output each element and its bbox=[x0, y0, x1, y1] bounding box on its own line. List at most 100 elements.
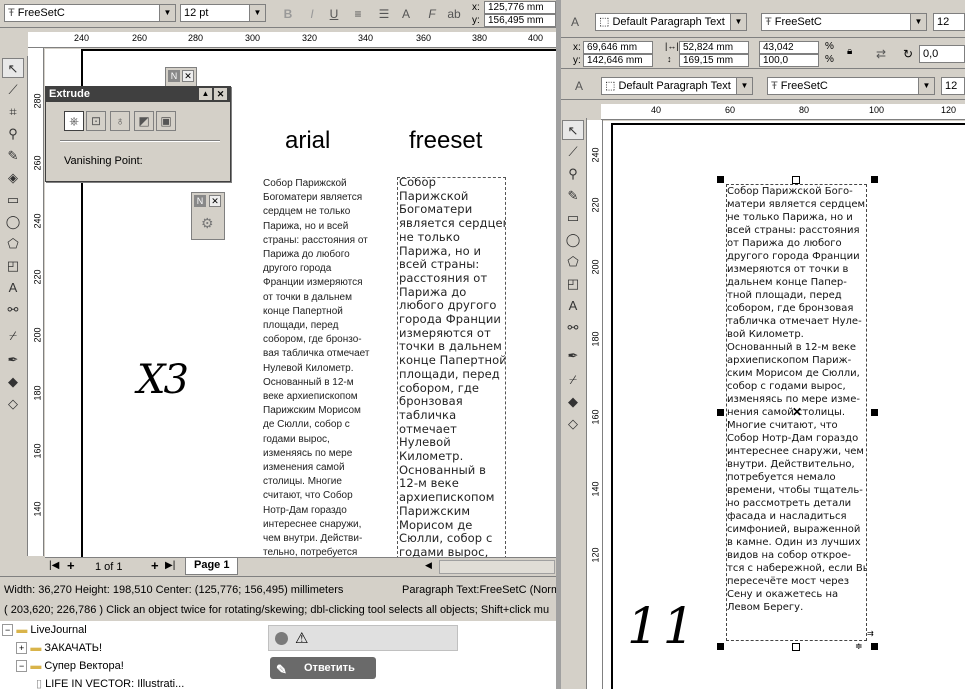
first-page-icon[interactable]: |◀ bbox=[49, 560, 59, 571]
selection-handle[interactable] bbox=[871, 643, 878, 650]
interactive-fill-tool-icon[interactable]: ◇ bbox=[562, 414, 584, 434]
mirror-icon[interactable]: ⇄ bbox=[871, 44, 891, 64]
pick-tool-icon[interactable]: ↖ bbox=[2, 58, 24, 78]
basic-shapes-tool-icon[interactable]: ◰ bbox=[562, 274, 584, 294]
fill-tool-icon[interactable]: ◆ bbox=[2, 372, 24, 392]
expand-icon[interactable]: + bbox=[16, 642, 28, 654]
text-overflow-icon[interactable]: ⇉ bbox=[867, 629, 874, 638]
align-button[interactable]: ≡ bbox=[348, 4, 368, 24]
close-icon[interactable]: ✕ bbox=[209, 195, 221, 207]
tree-item[interactable]: ▯ LIFE IN VECTOR: Illustrati... bbox=[36, 677, 184, 689]
interactive-blend-tool-icon[interactable]: ⚯ bbox=[562, 318, 584, 338]
font-name-dropdown[interactable]: Ŧ FreeSetC ▼ bbox=[4, 4, 176, 22]
zoom-tool-icon[interactable]: ⚲ bbox=[562, 164, 584, 184]
outline-tool-icon[interactable]: ✒ bbox=[2, 350, 24, 370]
horizontal-scrollbar[interactable] bbox=[439, 560, 555, 574]
edit-text-button[interactable]: ab bbox=[444, 4, 464, 24]
pick-tool-icon[interactable]: ↖ bbox=[562, 120, 584, 140]
extrude-titlebar[interactable]: Extrude ▲ ✕ bbox=[46, 87, 230, 102]
width-field[interactable]: 52,824 mm bbox=[679, 41, 749, 54]
tree-item[interactable]: − ▬ Супер Вектора! bbox=[16, 660, 124, 672]
tree-item[interactable]: + ▬ ЗАКАЧАТЬ! bbox=[16, 642, 102, 654]
scale-x-field[interactable]: 43,042 bbox=[759, 41, 819, 54]
rectangle-tool-icon[interactable]: ▭ bbox=[2, 190, 24, 210]
paragraph-style-dropdown[interactable]: ⬚ Default Paragraph Text ▼ bbox=[601, 77, 753, 95]
y-position-field[interactable]: 142,646 mm bbox=[583, 54, 653, 67]
collapse-icon[interactable]: − bbox=[2, 624, 14, 636]
scroll-left-icon[interactable]: ◀ bbox=[425, 560, 432, 571]
last-page-icon[interactable]: ▶| bbox=[165, 560, 175, 571]
selection-handle[interactable] bbox=[871, 409, 878, 416]
paragraph-style-dropdown[interactable]: ⬚ Default Paragraph Text ▼ bbox=[595, 13, 747, 31]
crop-tool-icon[interactable]: ⌗ bbox=[2, 102, 24, 122]
basic-shapes-tool-icon[interactable]: ◰ bbox=[2, 256, 24, 276]
bullet-list-button[interactable]: ☰ bbox=[374, 4, 394, 24]
drop-cap-button[interactable]: A bbox=[396, 4, 416, 24]
text-frame-top-handle[interactable] bbox=[792, 176, 800, 184]
extrude-color-tab-icon[interactable]: ◩ bbox=[134, 111, 154, 131]
selection-handle[interactable] bbox=[871, 176, 878, 183]
freeset-text-frame[interactable]: Собор Парижской Богоматери является сердцем… bbox=[397, 177, 506, 557]
height-field[interactable]: 169,15 mm bbox=[679, 54, 749, 67]
italic-button[interactable]: I bbox=[302, 4, 322, 24]
font-name-dropdown[interactable]: Ŧ FreeSetC ▼ bbox=[761, 13, 927, 31]
polygon-tool-icon[interactable]: ⬠ bbox=[562, 252, 584, 272]
close-icon[interactable]: ✕ bbox=[214, 88, 227, 100]
fill-tool-icon[interactable]: ◆ bbox=[562, 392, 584, 412]
freehand-tool-icon[interactable]: ✎ bbox=[562, 186, 584, 206]
zoom-tool-icon[interactable]: ⚲ bbox=[2, 124, 24, 144]
selection-handle[interactable] bbox=[717, 643, 724, 650]
add-page-before-icon[interactable]: + bbox=[67, 558, 75, 573]
selection-handle[interactable] bbox=[717, 409, 724, 416]
eyedropper-tool-icon[interactable]: ⌿ bbox=[562, 370, 584, 390]
lock-ratio-icon[interactable]: 🔒︎ bbox=[847, 46, 852, 57]
close-icon[interactable]: ✕ bbox=[182, 70, 194, 82]
text-line: Основанный в 12-м bbox=[263, 376, 354, 388]
shape-tool-icon[interactable]: ⟋ bbox=[2, 80, 24, 100]
freehand-tool-icon[interactable]: ✎ bbox=[2, 146, 24, 166]
ellipse-tool-icon[interactable]: ◯ bbox=[562, 230, 584, 250]
underline-button[interactable]: U bbox=[324, 4, 344, 24]
docker-rollup-stub-1[interactable]: N ✕ bbox=[165, 67, 197, 87]
interactive-blend-tool-icon[interactable]: ⚯ bbox=[2, 300, 24, 320]
smart-fill-tool-icon[interactable]: ◈ bbox=[2, 168, 24, 188]
font-size-dropdown[interactable]: 12 pt ▼ bbox=[180, 4, 266, 22]
collapse-icon[interactable]: − bbox=[16, 660, 28, 672]
scale-y-field[interactable]: 100,0 bbox=[759, 54, 819, 67]
x-position-field[interactable]: 69,646 mm bbox=[583, 41, 653, 54]
reply-button[interactable]: ✎ Ответить bbox=[270, 657, 376, 679]
font-size-field[interactable]: 12 bbox=[933, 13, 965, 31]
bold-button[interactable]: B bbox=[278, 4, 298, 24]
page-tab[interactable]: Page 1 bbox=[185, 558, 239, 575]
right-canvas[interactable]: 11 Собор Парижской Бого-матери является … bbox=[603, 121, 965, 689]
shape-tool-icon[interactable]: ⟋ bbox=[562, 142, 584, 162]
docker-rollup-stub-2[interactable]: N ✕ ⚙ bbox=[191, 192, 225, 240]
character-format-button[interactable]: F bbox=[422, 4, 442, 24]
text-tool-icon[interactable]: A bbox=[2, 278, 24, 298]
rotation-field[interactable]: 0,0 bbox=[919, 45, 965, 63]
text-tool-icon[interactable]: A bbox=[565, 12, 585, 32]
text-tool-icon[interactable]: A bbox=[562, 296, 584, 316]
extrude-camera-tab-icon[interactable]: ⎈ bbox=[64, 111, 84, 131]
text-line: города Франции bbox=[399, 312, 502, 327]
polygon-tool-icon[interactable]: ⬠ bbox=[2, 234, 24, 254]
rollup-arrow-icon[interactable]: ▲ bbox=[199, 88, 212, 100]
outline-tool-icon[interactable]: ✒ bbox=[562, 346, 584, 366]
text-tool-icon[interactable]: A bbox=[569, 76, 589, 96]
ellipse-tool-icon[interactable]: ◯ bbox=[2, 212, 24, 232]
text-frame-bottom-handle[interactable] bbox=[792, 643, 800, 651]
add-page-after-icon[interactable]: + bbox=[151, 558, 159, 573]
interactive-fill-tool-icon[interactable]: ◇ bbox=[2, 394, 24, 414]
selection-handle[interactable] bbox=[717, 176, 724, 183]
arial-text-column[interactable]: Собор Парижской Богоматери является сердце… bbox=[263, 177, 369, 557]
extrude-rotation-tab-icon[interactable]: ⊡ bbox=[86, 111, 106, 131]
font-size-field[interactable]: 12 bbox=[941, 77, 965, 95]
extrude-bevel-tab-icon[interactable]: ▣ bbox=[156, 111, 176, 131]
eyedropper-tool-icon[interactable]: ⌿ bbox=[2, 326, 24, 346]
extrude-light-tab-icon[interactable]: ♁ bbox=[110, 111, 130, 131]
tree-item[interactable]: − ▬ LiveJournal bbox=[2, 624, 87, 636]
font-name-dropdown[interactable]: Ŧ FreeSetC ▼ bbox=[767, 77, 935, 95]
coord-x-field[interactable]: 125,776 mm bbox=[484, 1, 556, 14]
coord-y-field[interactable]: 156,495 mm bbox=[484, 14, 556, 27]
rectangle-tool-icon[interactable]: ▭ bbox=[562, 208, 584, 228]
